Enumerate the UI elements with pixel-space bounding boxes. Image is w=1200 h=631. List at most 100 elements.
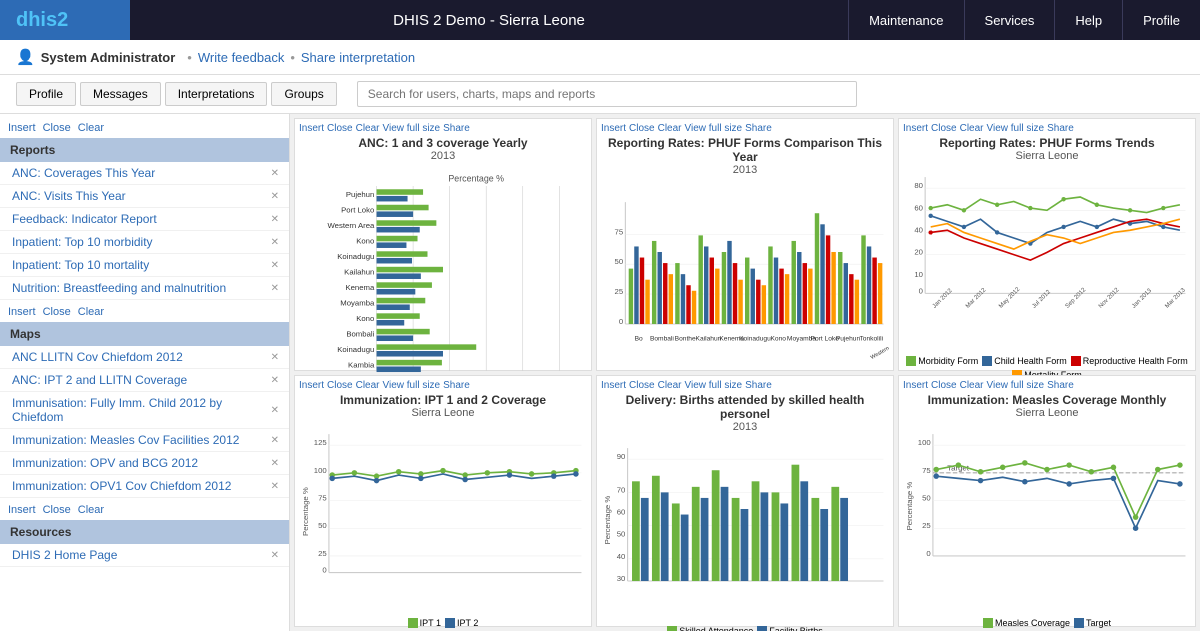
share-interpretation-link[interactable]: Share interpretation [301, 50, 415, 65]
insert-reports[interactable]: Insert [8, 122, 36, 134]
chart3-subtitle: Sierra Leone [903, 150, 1191, 162]
chart4-title: Immunization: IPT 1 and 2 Coverage [299, 393, 587, 407]
resources-group-header: Resources [0, 520, 289, 544]
svg-text:75: 75 [922, 465, 931, 474]
svg-text:50: 50 [615, 257, 624, 266]
nav-profile[interactable]: Profile [1122, 0, 1200, 40]
nav-services[interactable]: Services [964, 0, 1055, 40]
list-item[interactable]: Inpatient: Top 10 morbidity✕ [0, 231, 289, 254]
svg-text:25: 25 [922, 521, 931, 530]
sidebar-section-maps: Insert Close Clear Maps ANC LLITN Cov Ch… [0, 302, 289, 498]
insert-maps[interactable]: Insert [8, 306, 36, 318]
app-title: DHIS 2 Demo - Sierra Leone [130, 0, 848, 40]
logo-accent: 2 [57, 9, 68, 32]
chart2-actions: InsertCloseClearView full sizeShare [601, 123, 889, 134]
interpretations-button[interactable]: Interpretations [165, 82, 268, 106]
write-feedback-link[interactable]: Write feedback [198, 50, 284, 65]
chart-reporting-rates: InsertCloseClearView full sizeShare Repo… [596, 118, 894, 371]
list-item[interactable]: Immunization: OPV and BCG 2012✕ [0, 452, 289, 475]
svg-text:Port Loko: Port Loko [341, 206, 374, 215]
chart5-year: 2013 [601, 421, 889, 433]
groups-button[interactable]: Groups [271, 82, 336, 106]
chart4-subtitle: Sierra Leone [299, 407, 587, 419]
svg-text:60: 60 [617, 507, 626, 516]
svg-text:Koinadugu: Koinadugu [337, 252, 374, 261]
svg-text:0: 0 [322, 565, 326, 574]
svg-text:Kambia: Kambia [348, 361, 375, 370]
profile-button[interactable]: Profile [16, 82, 76, 106]
svg-text:80: 80 [914, 181, 923, 190]
nav-maintenance[interactable]: Maintenance [848, 0, 963, 40]
maps-actions: Insert Close Clear [0, 302, 289, 322]
chart2-year: 2013 [601, 164, 889, 176]
list-item[interactable]: Nutrition: Breastfeeding and malnutritio… [0, 277, 289, 300]
chart1-title: ANC: 1 and 3 coverage Yearly [299, 136, 587, 150]
list-item[interactable]: ANC: IPT 2 and LLITN Coverage✕ [0, 369, 289, 392]
svg-text:50: 50 [617, 529, 626, 538]
close-reports[interactable]: Close [43, 122, 71, 134]
insert-resources[interactable]: Insert [8, 504, 36, 516]
chart1-svg: Percentage % 0 25 50 75 100 125 Pujehun [299, 166, 587, 388]
svg-text:Koinadugu: Koinadugu [337, 345, 374, 354]
list-item[interactable]: ANC: Visits This Year✕ [0, 185, 289, 208]
chart4-legend: IPT 1 IPT 2 [299, 618, 587, 628]
chart6-legend: Measles Coverage Target [903, 618, 1191, 628]
svg-text:Jul 2012: Jul 2012 [1031, 288, 1053, 310]
svg-text:Nov 2012: Nov 2012 [1097, 286, 1121, 310]
main: Insert Close Clear Reports ANC: Coverage… [0, 114, 1200, 631]
username: System Administrator [41, 50, 176, 65]
list-item[interactable]: Immunization: Measles Cov Facilities 201… [0, 429, 289, 452]
close-maps[interactable]: Close [43, 306, 71, 318]
svg-text:Kailahun: Kailahun [344, 268, 374, 277]
chart4-svg: Percentage % 125 100 75 50 25 0 [299, 423, 587, 611]
list-item[interactable]: Feedback: Indicator Report✕ [0, 208, 289, 231]
search-input[interactable] [357, 81, 857, 107]
chart3-actions: InsertCloseClearView full sizeShare [903, 123, 1191, 134]
chart3-svg: 80 60 40 20 10 0 [903, 166, 1191, 349]
chart5-title: Delivery: Births attended by skilled hea… [601, 393, 889, 421]
svg-text:25: 25 [615, 287, 624, 296]
close-resources[interactable]: Close [43, 504, 71, 516]
svg-text:Percentage %: Percentage % [603, 495, 612, 544]
subheader: 👤 System Administrator • Write feedback … [0, 40, 1200, 75]
svg-text:0: 0 [926, 548, 930, 557]
sidebar: Insert Close Clear Reports ANC: Coverage… [0, 114, 290, 631]
content: InsertCloseClearView full sizeShare ANC:… [290, 114, 1200, 631]
chart6-subtitle: Sierra Leone [903, 407, 1191, 419]
svg-text:Percentage %: Percentage % [301, 487, 310, 536]
header: dhis2 DHIS 2 Demo - Sierra Leone Mainten… [0, 0, 1200, 40]
chart4-actions: InsertCloseClearView full sizeShare [299, 380, 587, 391]
svg-text:50: 50 [318, 521, 327, 530]
svg-text:Bonthe: Bonthe [675, 336, 696, 343]
chart5-svg: Percentage % 90 70 60 50 40 30 [601, 437, 889, 620]
svg-text:75: 75 [318, 493, 327, 502]
list-item[interactable]: DHIS 2 Home Page✕ [0, 544, 289, 567]
list-item[interactable]: ANC LLITN Cov Chiefdom 2012✕ [0, 346, 289, 369]
logo: dhis2 [0, 0, 130, 40]
chart2-title: Reporting Rates: PHUF Forms Comparison T… [601, 136, 889, 164]
list-item[interactable]: ANC: Coverages This Year✕ [0, 162, 289, 185]
svg-text:75: 75 [615, 227, 624, 236]
svg-text:Bo: Bo [635, 336, 643, 343]
messages-button[interactable]: Messages [80, 82, 161, 106]
chart1-actions: InsertCloseClearView full sizeShare [299, 123, 587, 134]
chart3-title: Reporting Rates: PHUF Forms Trends [903, 136, 1191, 150]
nav-help[interactable]: Help [1054, 0, 1122, 40]
svg-text:Kono: Kono [356, 314, 374, 323]
svg-text:50: 50 [922, 493, 931, 502]
chart6-title: Immunization: Measles Coverage Monthly [903, 393, 1191, 407]
chart-phuf-trends: InsertCloseClearView full sizeShare Repo… [898, 118, 1196, 371]
clear-resources[interactable]: Clear [78, 504, 104, 516]
svg-text:Percentage %: Percentage % [448, 174, 504, 184]
list-item[interactable]: Immunization: OPV1 Cov Chiefdom 2012✕ [0, 475, 289, 498]
chart-anc-coverage: InsertCloseClearView full sizeShare ANC:… [294, 118, 592, 371]
clear-reports[interactable]: Clear [78, 122, 104, 134]
list-item[interactable]: Inpatient: Top 10 mortality✕ [0, 254, 289, 277]
nav: Maintenance Services Help Profile [848, 0, 1200, 40]
chart6-actions: InsertCloseClearView full sizeShare [903, 380, 1191, 391]
svg-text:100: 100 [918, 438, 931, 447]
svg-text:25: 25 [318, 548, 327, 557]
list-item[interactable]: Immunisation: Fully Imm. Child 2012 by C… [0, 392, 289, 429]
svg-text:Jan 2012: Jan 2012 [931, 287, 954, 310]
clear-maps[interactable]: Clear [78, 306, 104, 318]
